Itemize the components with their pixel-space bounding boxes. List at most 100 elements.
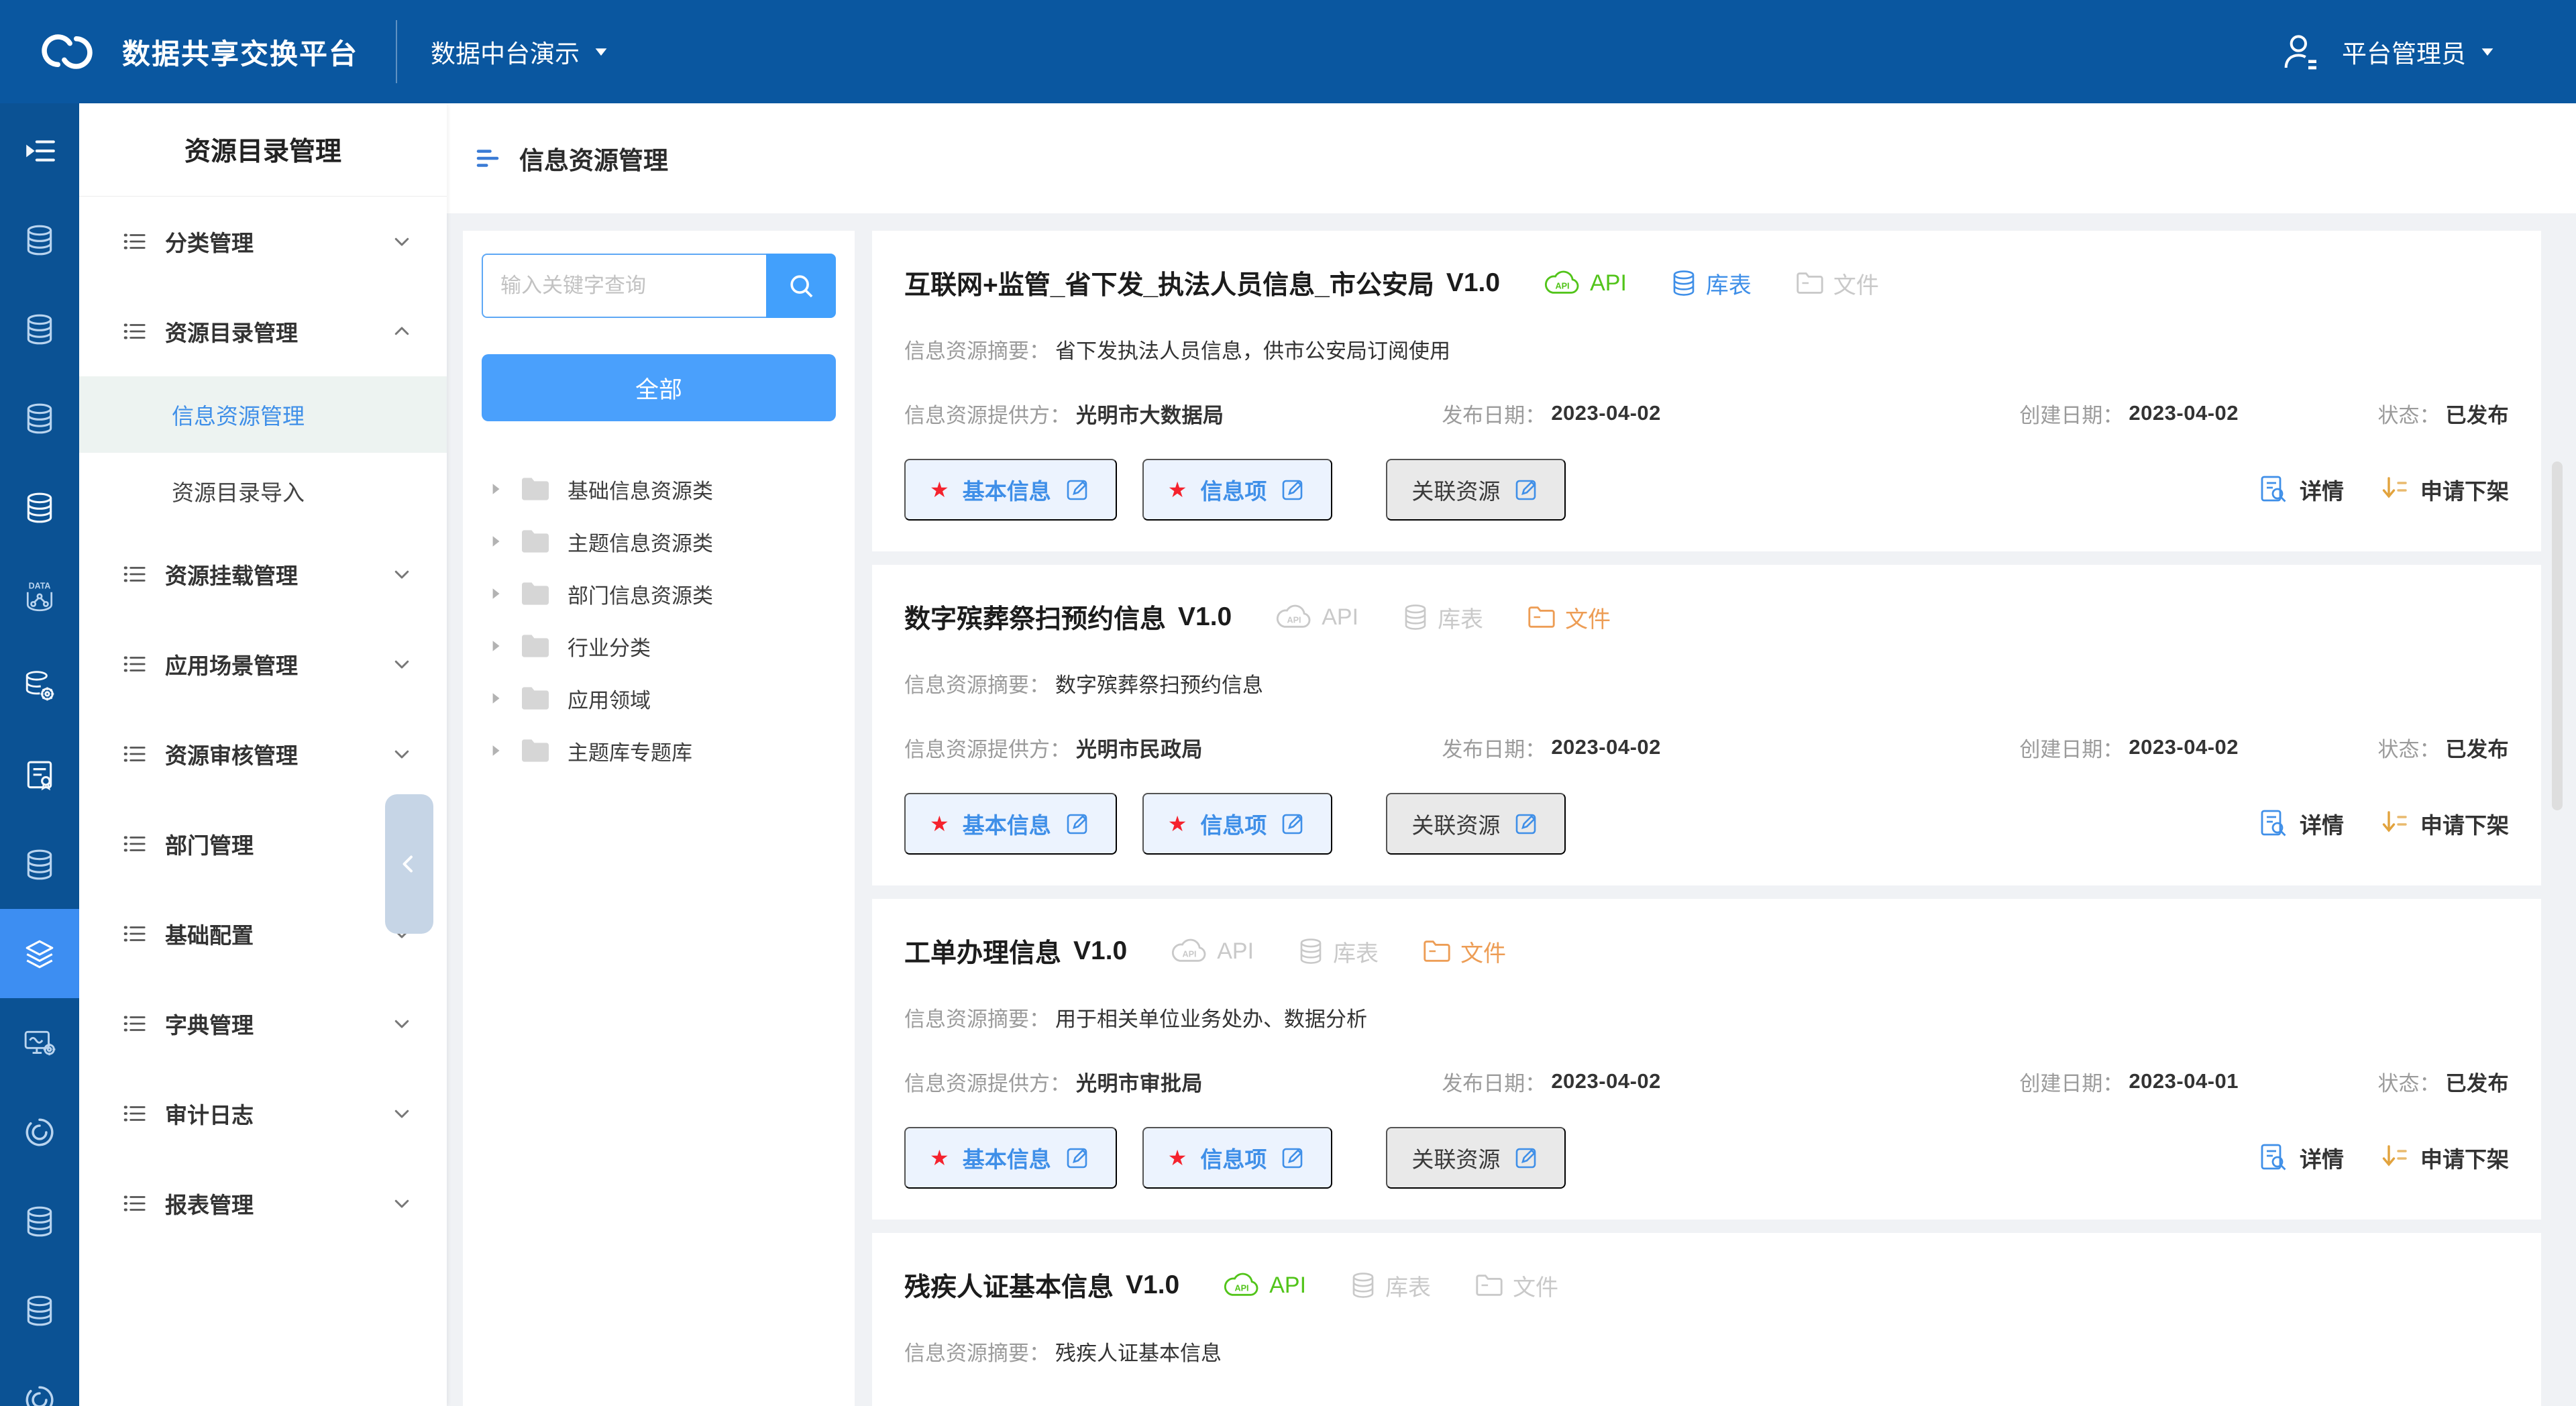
rail-item-data-share[interactable]: DATA bbox=[0, 552, 79, 641]
rail-item-database[interactable] bbox=[0, 1266, 79, 1355]
search-button[interactable] bbox=[766, 254, 836, 318]
sidebar-item-label: 报表管理 bbox=[165, 1193, 254, 1218]
card-summary-row: 信息资源摘要： 用于相关单位业务处办、数据分析 bbox=[904, 1002, 2509, 1032]
rail-item-monitor-gear[interactable] bbox=[0, 998, 79, 1087]
edit-icon bbox=[1065, 476, 1091, 503]
detail-link[interactable]: 详情 bbox=[2258, 474, 2344, 506]
caret-down-icon bbox=[593, 44, 609, 60]
rail-item-layers[interactable] bbox=[0, 909, 79, 998]
sidebar-item[interactable]: 字典管理 bbox=[79, 979, 447, 1069]
rail-item-database[interactable] bbox=[0, 820, 79, 909]
tree-item[interactable]: 行业分类 bbox=[482, 620, 836, 672]
required-star-icon: ★ bbox=[1167, 1146, 1187, 1170]
caret-right-icon bbox=[488, 639, 503, 653]
rail-item-database-gear[interactable] bbox=[0, 641, 79, 731]
rail-item-database[interactable] bbox=[0, 463, 79, 552]
table-badge: 库表 bbox=[1297, 935, 1379, 968]
detail-link[interactable]: 详情 bbox=[2258, 1142, 2344, 1174]
status-field: 状态： 已发布 bbox=[2378, 733, 2510, 763]
edit-icon bbox=[1280, 1144, 1307, 1171]
rail-item-certificate[interactable] bbox=[0, 731, 79, 820]
sidebar-item[interactable]: 应用场景管理 bbox=[79, 619, 447, 709]
table-badge-icon bbox=[1297, 936, 1325, 966]
database-icon bbox=[23, 313, 56, 346]
related-resource-button[interactable]: 关联资源 bbox=[1386, 793, 1566, 855]
resource-version: V1.0 bbox=[1073, 936, 1128, 965]
related-resource-button[interactable]: 关联资源 bbox=[1386, 1127, 1566, 1189]
tree-item[interactable]: 应用领域 bbox=[482, 672, 836, 724]
card-meta-row: 信息资源提供方： 光明市大数据局 发布日期： 2023-04-02 创建日期： 2023-… bbox=[904, 398, 2509, 428]
related-resource-button-label: 关联资源 bbox=[1411, 1147, 1501, 1172]
sidebar-subitem[interactable]: 资源目录导入 bbox=[79, 453, 447, 529]
rail-item-database[interactable] bbox=[0, 284, 79, 374]
basic-info-button[interactable]: ★ 基本信息 bbox=[904, 1127, 1117, 1189]
sidebar-subitem[interactable]: 信息资源管理 bbox=[79, 376, 447, 453]
sidebar-subitem-label: 信息资源管理 bbox=[172, 404, 305, 429]
publish-date-label: 发布日期： bbox=[1442, 1071, 1546, 1095]
edit-icon bbox=[1065, 810, 1091, 837]
detail-link[interactable]: 详情 bbox=[2258, 808, 2344, 840]
rail-item-database[interactable] bbox=[0, 195, 79, 284]
request-offline-link[interactable]: 申请下架 bbox=[2379, 474, 2509, 506]
rail-item-menu-toggle[interactable] bbox=[0, 106, 79, 195]
api-badge-label: API bbox=[1322, 604, 1359, 630]
search-icon bbox=[786, 271, 816, 301]
tree-item[interactable]: 主题库专题库 bbox=[482, 724, 836, 777]
workspace-selector[interactable]: 数据中台演示 bbox=[431, 34, 609, 70]
basic-info-button[interactable]: ★ 基本信息 bbox=[904, 793, 1117, 855]
category-tree: 基础信息资源类 主题信息资源类 部门信息资源类 行业分类 应用领域 主题库专题库 bbox=[482, 463, 836, 777]
provider-label: 信息资源提供方： bbox=[904, 403, 1071, 427]
rail-item-database[interactable] bbox=[0, 374, 79, 463]
required-star-icon: ★ bbox=[1167, 478, 1187, 502]
request-offline-link[interactable]: 申请下架 bbox=[2379, 808, 2509, 840]
chevron-down-icon bbox=[392, 654, 412, 674]
create-date-label: 创建日期： bbox=[2019, 737, 2124, 761]
info-item-button[interactable]: ★ 信息项 bbox=[1142, 793, 1333, 855]
sidebar-item[interactable]: 资源审核管理 bbox=[79, 709, 447, 799]
database-icon bbox=[23, 1294, 56, 1328]
card-meta-row: 信息资源提供方： 光明市审批局 发布日期： 2023-04-02 创建日期： 2023-0… bbox=[904, 1067, 2509, 1096]
sidebar-item[interactable]: 资源挂载管理 bbox=[79, 529, 447, 619]
detail-link-label: 详情 bbox=[2300, 813, 2344, 838]
info-item-button[interactable]: ★ 信息项 bbox=[1142, 459, 1333, 521]
tree-item[interactable]: 部门信息资源类 bbox=[482, 567, 836, 620]
database-gear-icon bbox=[23, 669, 56, 703]
search-input[interactable] bbox=[482, 254, 766, 318]
api-badge-label: API bbox=[1217, 938, 1254, 964]
user-name: 平台管理员 bbox=[2342, 40, 2466, 68]
swirl-icon bbox=[23, 1383, 56, 1406]
basic-info-button[interactable]: ★ 基本信息 bbox=[904, 459, 1117, 521]
info-item-button-label: 信息项 bbox=[1200, 1147, 1267, 1172]
tree-item[interactable]: 主题信息资源类 bbox=[482, 515, 836, 567]
sidebar-item[interactable]: 审计日志 bbox=[79, 1069, 447, 1158]
resource-title: 残疾人证基本信息 bbox=[904, 1273, 1114, 1302]
sidebar-item[interactable]: 报表管理 bbox=[79, 1158, 447, 1248]
user-menu[interactable]: 平台管理员 bbox=[2279, 30, 2496, 73]
provider-label: 信息资源提供方： bbox=[904, 737, 1071, 761]
scrollbar-thumb[interactable] bbox=[2552, 462, 2563, 810]
edit-icon bbox=[1513, 810, 1540, 837]
create-date-label: 创建日期： bbox=[2019, 403, 2124, 427]
api-badge-icon: API bbox=[1275, 602, 1313, 632]
resource-card: 互联网+监管_省下发_执法人员信息_市公安局 V1.0 API API 库表 文件 信息资源… bbox=[872, 231, 2541, 551]
certificate-icon bbox=[23, 759, 56, 792]
sidebar-item[interactable]: 分类管理 bbox=[79, 197, 447, 286]
rail-item-swirl[interactable] bbox=[0, 1087, 79, 1177]
sidebar-item[interactable]: 资源目录管理 bbox=[79, 286, 447, 376]
create-date-field: 创建日期： 2023-04-01 bbox=[2019, 1067, 2239, 1097]
rail-item-swirl[interactable] bbox=[0, 1355, 79, 1406]
tree-item[interactable]: 基础信息资源类 bbox=[482, 463, 836, 515]
api-badge: API API bbox=[1543, 268, 1627, 298]
database-icon bbox=[23, 1205, 56, 1238]
chevron-up-icon bbox=[392, 321, 412, 341]
related-resource-button[interactable]: 关联资源 bbox=[1386, 459, 1566, 521]
request-offline-link[interactable]: 申请下架 bbox=[2379, 1142, 2509, 1174]
caret-right-icon bbox=[488, 586, 503, 601]
table-badge: 库表 bbox=[1670, 267, 1752, 300]
all-categories-button[interactable]: 全部 bbox=[482, 354, 836, 421]
info-item-button[interactable]: ★ 信息项 bbox=[1142, 1127, 1333, 1189]
resource-card: 残疾人证基本信息 V1.0 API API 库表 文件 信息资源摘要： 残疾人证基本信息 bbox=[872, 1233, 2541, 1406]
folder-icon bbox=[519, 685, 551, 712]
rail-item-database[interactable] bbox=[0, 1177, 79, 1266]
sidebar-collapse-handle[interactable] bbox=[385, 794, 433, 934]
